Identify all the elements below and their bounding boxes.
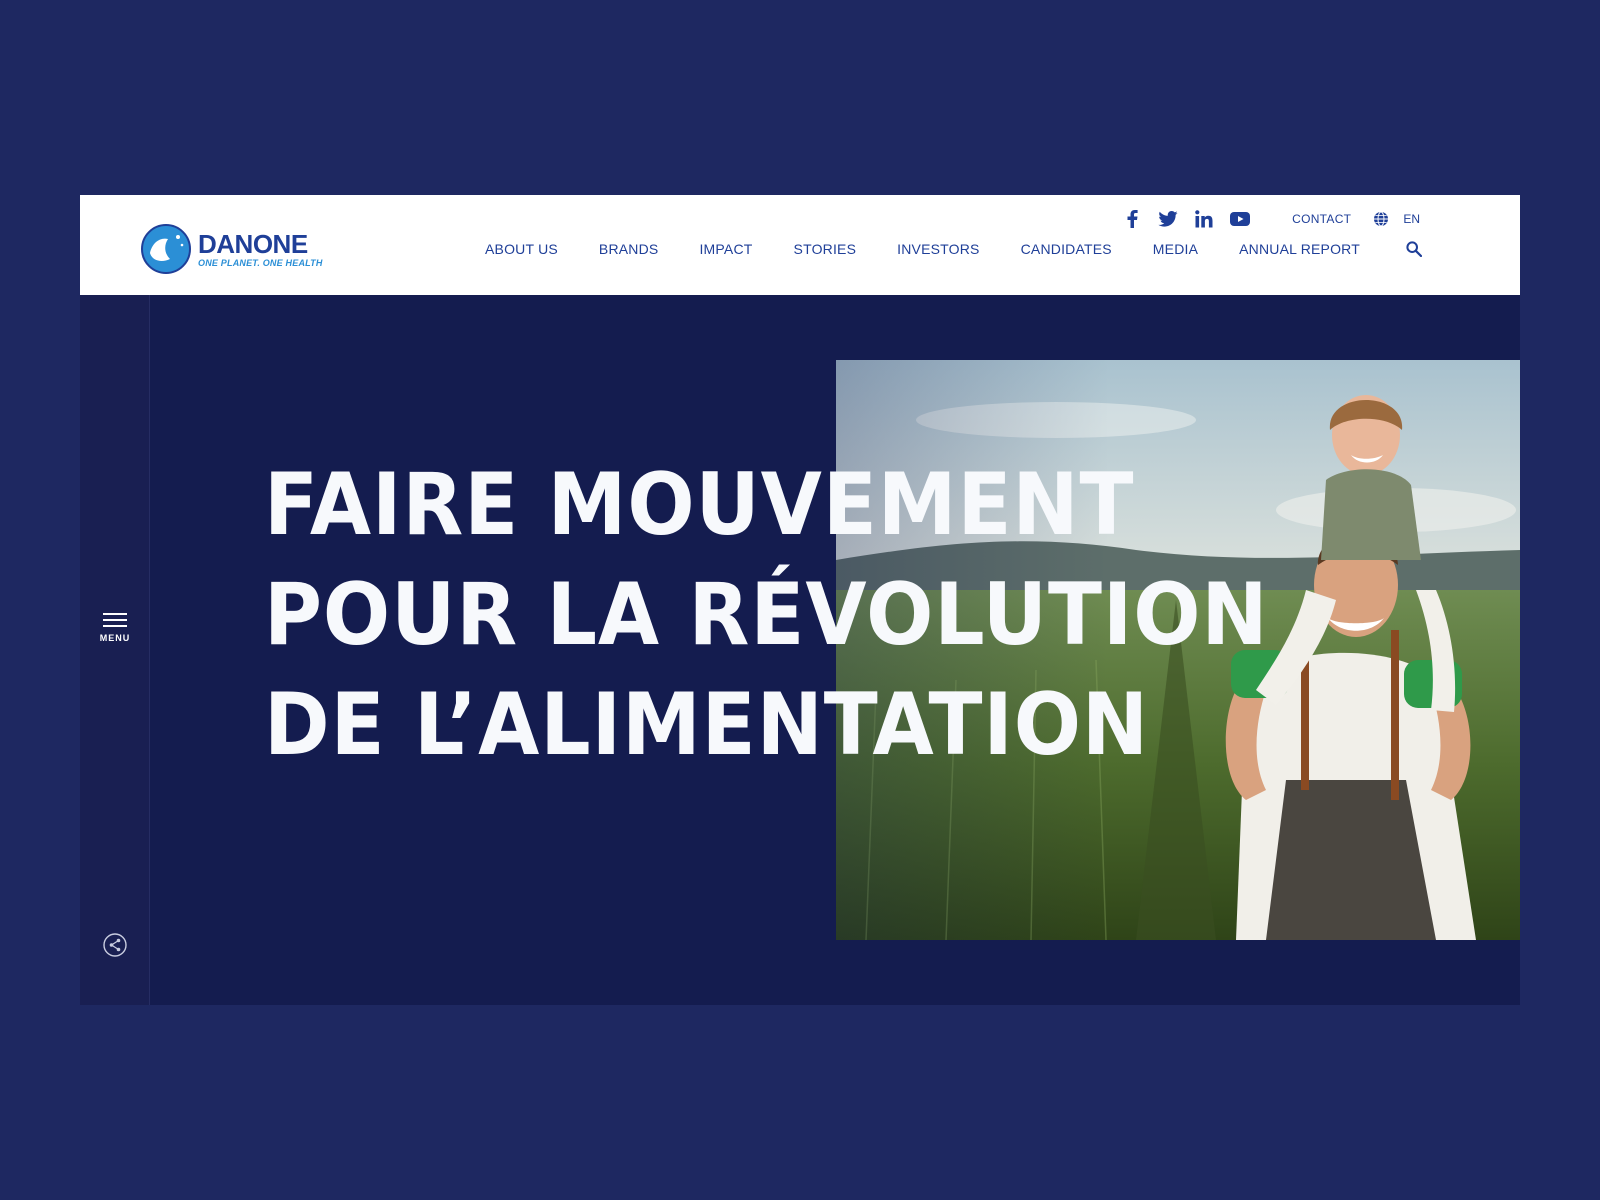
nav-item-impact[interactable]: IMPACT xyxy=(699,241,752,257)
brand-tagline: ONE PLANET. ONE HEALTH xyxy=(198,257,323,268)
contact-link[interactable]: CONTACT xyxy=(1292,212,1351,226)
side-rail: MENU xyxy=(80,295,150,1005)
headline-line-1: FAIRE MOUVEMENT xyxy=(264,455,1135,555)
nav-item-candidates[interactable]: CANDIDATES xyxy=(1021,241,1112,257)
nav-item-about-us[interactable]: ABOUT US xyxy=(485,241,558,257)
menu-button[interactable]: MENU xyxy=(80,613,150,643)
menu-label: MENU xyxy=(99,633,131,643)
main-nav: ABOUT US BRANDS IMPACT STORIES INVESTORS… xyxy=(485,241,1422,257)
nav-item-stories[interactable]: STORIES xyxy=(794,241,857,257)
twitter-icon[interactable] xyxy=(1158,209,1178,229)
site-frame: DANONE ONE PLANET. ONE HEALTH CONTACT EN… xyxy=(80,195,1520,1005)
danone-logo[interactable]: DANONE ONE PLANET. ONE HEALTH xyxy=(140,223,323,275)
share-icon[interactable] xyxy=(103,933,127,957)
globe-icon[interactable] xyxy=(1373,211,1389,227)
social-links xyxy=(1122,209,1251,229)
linkedin-icon[interactable] xyxy=(1194,209,1214,229)
search-icon[interactable] xyxy=(1406,241,1422,257)
nav-item-media[interactable]: MEDIA xyxy=(1153,241,1198,257)
site-header: DANONE ONE PLANET. ONE HEALTH CONTACT EN… xyxy=(80,195,1520,295)
facebook-icon[interactable] xyxy=(1122,209,1142,229)
nav-item-brands[interactable]: BRANDS xyxy=(599,241,659,257)
utility-bar: CONTACT EN xyxy=(1122,209,1420,229)
brand-name: DANONE xyxy=(198,228,308,259)
nav-item-annual-report[interactable]: ANNUAL REPORT xyxy=(1239,241,1360,257)
hamburger-icon xyxy=(103,613,127,631)
headline-line-3: DE L’ALIMENTATION xyxy=(264,675,1150,775)
hero-headline: FAIRE MOUVEMENT POUR LA RÉVOLUTION DE L’… xyxy=(264,450,1269,780)
logo-mark-icon xyxy=(141,224,191,274)
headline-line-2: POUR LA RÉVOLUTION xyxy=(264,565,1269,665)
language-selector[interactable]: EN xyxy=(1403,212,1420,226)
youtube-icon[interactable] xyxy=(1230,209,1251,229)
nav-item-investors[interactable]: INVESTORS xyxy=(897,241,979,257)
